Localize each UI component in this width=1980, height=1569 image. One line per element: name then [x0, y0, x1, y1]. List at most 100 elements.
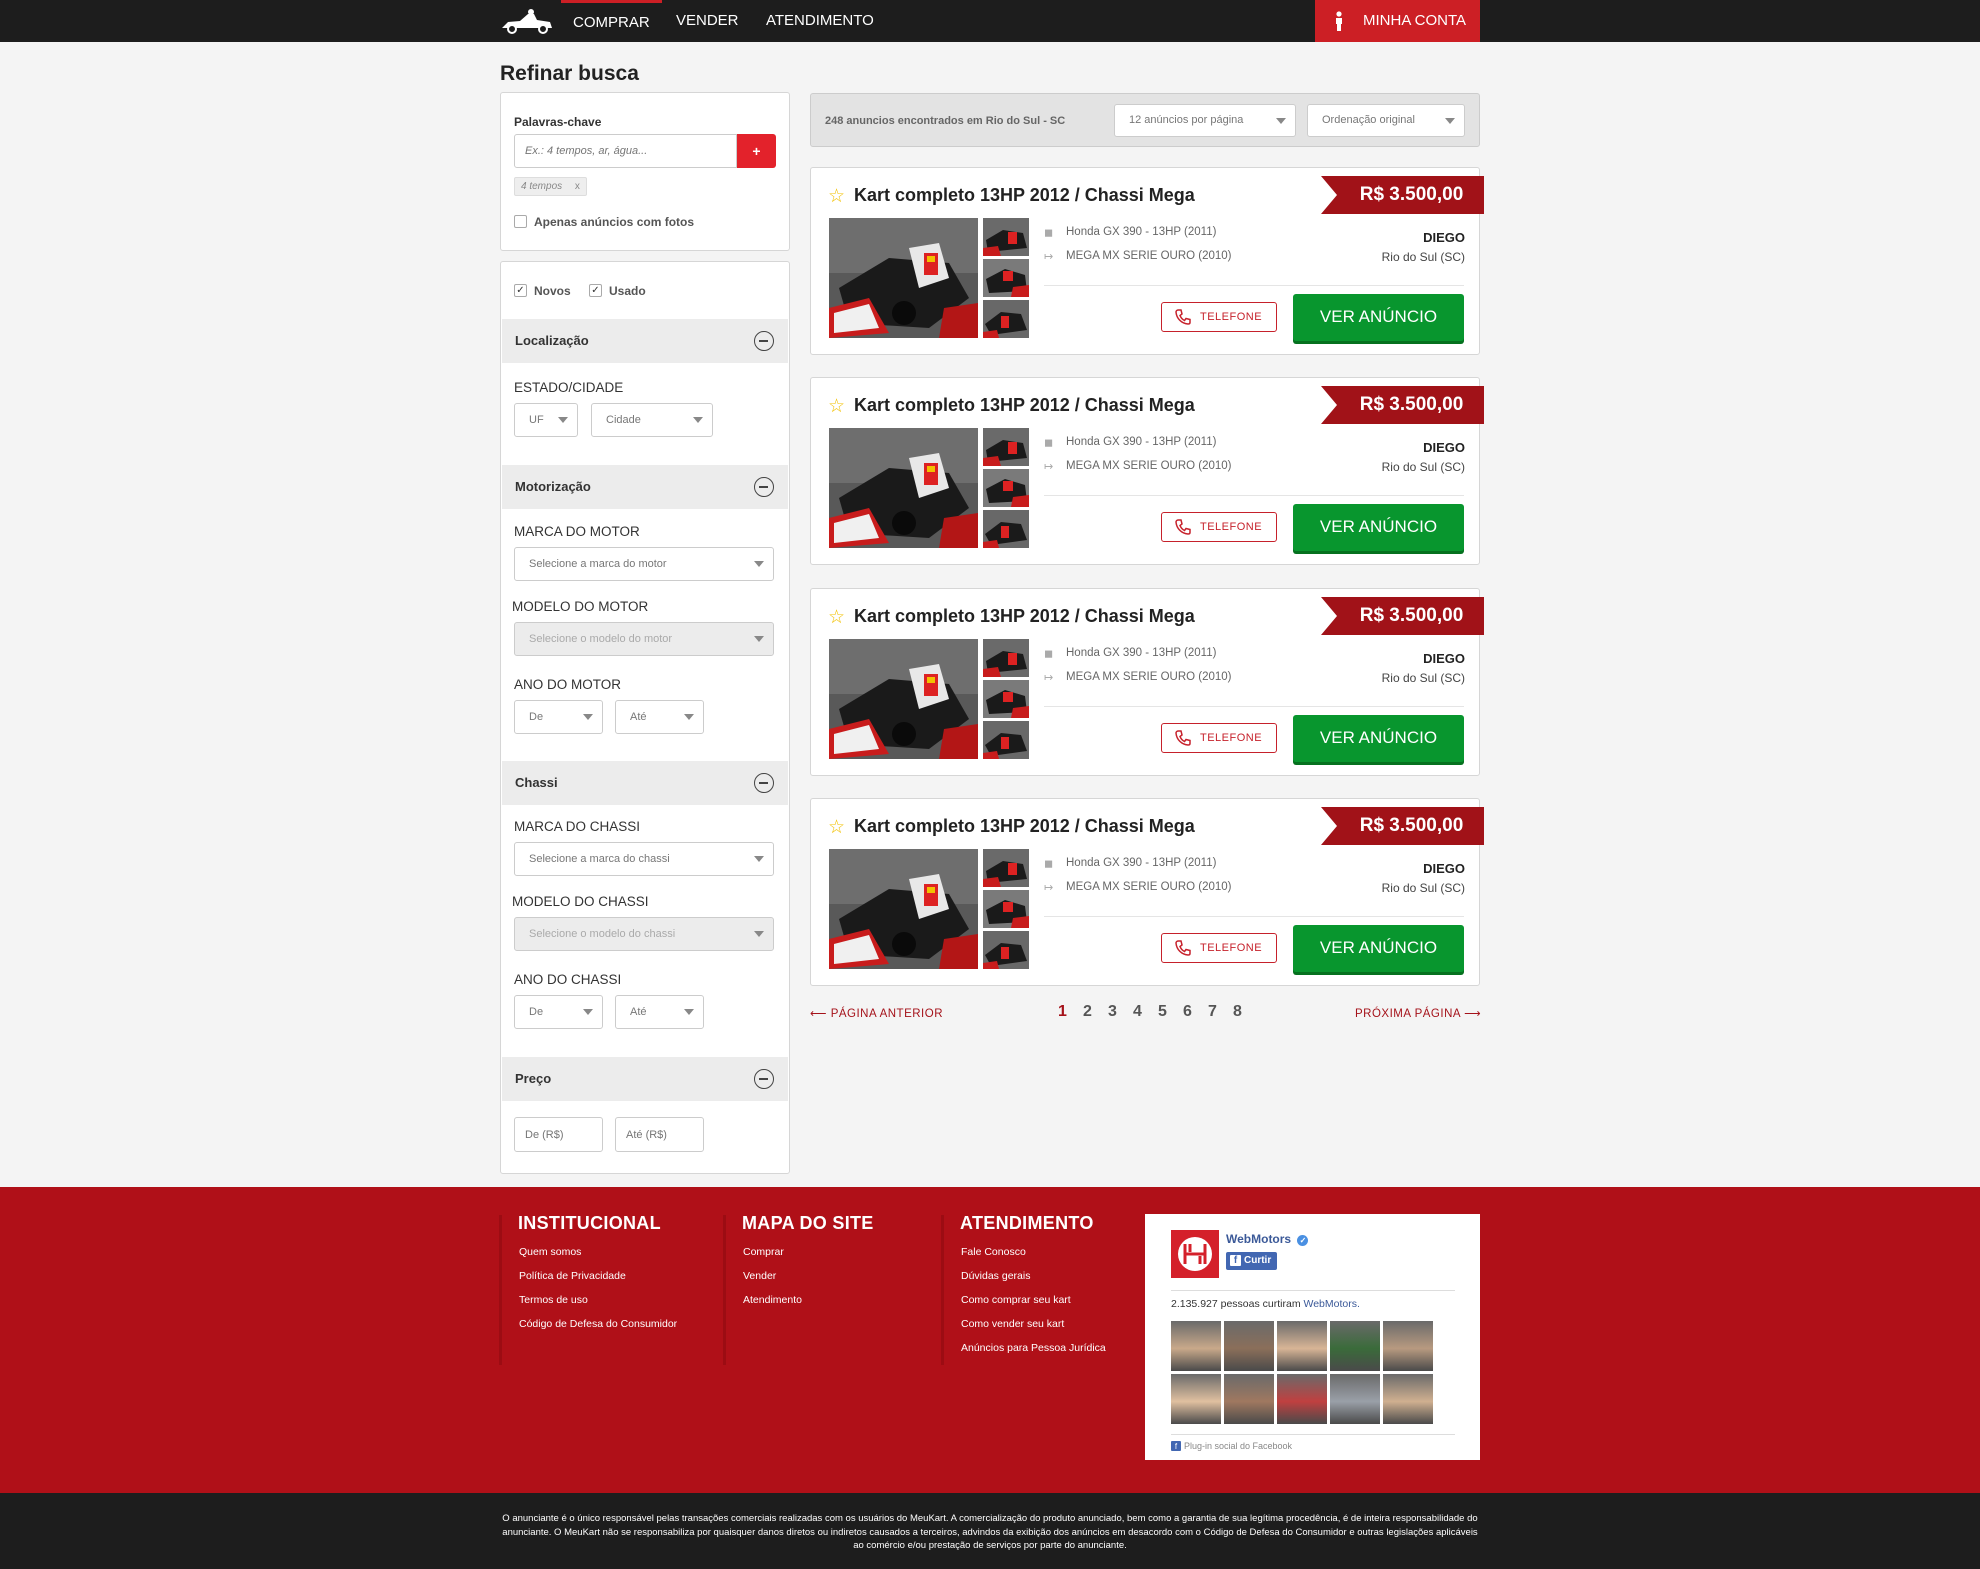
price-from-input[interactable]: [514, 1117, 603, 1152]
engine-year-from-select[interactable]: De: [514, 700, 603, 734]
fb-likes-link[interactable]: WebMotors.: [1304, 1298, 1360, 1310]
facebook-like-button[interactable]: f Curtir: [1226, 1252, 1278, 1270]
view-listing-button[interactable]: VER ANÚNCIO: [1293, 925, 1464, 972]
listing-card[interactable]: ☆ Kart completo 13HP 2012 / Chassi Mega …: [810, 798, 1484, 986]
price-section-header[interactable]: Preço: [502, 1057, 788, 1101]
used-checkbox[interactable]: ✓: [589, 284, 602, 297]
view-listing-button[interactable]: VER ANÚNCIO: [1293, 715, 1464, 762]
fan-avatar[interactable]: [1171, 1374, 1221, 1424]
favorite-star-icon[interactable]: ☆: [828, 395, 845, 418]
fan-avatar[interactable]: [1330, 1374, 1380, 1424]
page-number-link[interactable]: 6: [1183, 1003, 1192, 1021]
listing-main-photo[interactable]: [829, 849, 978, 969]
page-number-link[interactable]: 3: [1108, 1003, 1117, 1021]
chassis-year-to-select[interactable]: Até: [615, 995, 704, 1029]
listing-thumbnail[interactable]: [983, 721, 1029, 759]
listing-thumbnail[interactable]: [983, 639, 1029, 677]
listing-thumbnail[interactable]: [983, 259, 1029, 297]
nav-comprar[interactable]: COMPRAR: [561, 0, 662, 42]
location-section-header[interactable]: Localização: [502, 319, 788, 363]
kart-logo-icon[interactable]: [500, 8, 554, 34]
favorite-star-icon[interactable]: ☆: [828, 606, 845, 629]
chassis-brand-select[interactable]: Selecione a marca do chassi: [514, 842, 774, 876]
phone-button[interactable]: TELEFONE: [1161, 302, 1277, 332]
phone-button[interactable]: TELEFONE: [1161, 723, 1277, 753]
collapse-icon[interactable]: [754, 1069, 774, 1089]
fan-avatar[interactable]: [1277, 1321, 1327, 1371]
fan-avatar[interactable]: [1224, 1374, 1274, 1424]
footer-link[interactable]: Vender: [743, 1270, 776, 1282]
footer-link[interactable]: Como vender seu kart: [961, 1318, 1064, 1330]
listing-card[interactable]: ☆ Kart completo 13HP 2012 / Chassi Mega …: [810, 377, 1484, 565]
facebook-page-name[interactable]: WebMotors ✓: [1226, 1232, 1309, 1246]
my-account-button[interactable]: MINHA CONTA: [1315, 0, 1480, 42]
footer-link[interactable]: Comprar: [743, 1246, 784, 1258]
order-select[interactable]: Ordenação original: [1307, 104, 1465, 137]
nav-vender[interactable]: VENDER: [676, 0, 739, 42]
fan-avatar[interactable]: [1224, 1321, 1274, 1371]
engine-brand-select[interactable]: Selecione a marca do motor: [514, 547, 774, 581]
listing-card[interactable]: ☆ Kart completo 13HP 2012 / Chassi Mega …: [810, 588, 1484, 776]
footer-link[interactable]: Termos de uso: [519, 1294, 588, 1306]
per-page-select[interactable]: 12 anúncios por página: [1114, 104, 1296, 137]
listing-main-photo[interactable]: [829, 428, 978, 548]
footer-link[interactable]: Como comprar seu kart: [961, 1294, 1071, 1306]
listing-thumbnail[interactable]: [983, 931, 1029, 969]
fan-avatar[interactable]: [1383, 1321, 1433, 1371]
footer-link[interactable]: Dúvidas gerais: [961, 1270, 1030, 1282]
chassis-model-select[interactable]: Selecione o modelo do chassi: [514, 917, 774, 951]
next-page-link[interactable]: PRÓXIMA PÁGINA ⟶: [1355, 1006, 1481, 1020]
listing-thumbnail[interactable]: [983, 469, 1029, 507]
listing-main-photo[interactable]: [829, 218, 978, 338]
favorite-star-icon[interactable]: ☆: [828, 185, 845, 208]
footer-link[interactable]: Atendimento: [743, 1294, 802, 1306]
page-number-link[interactable]: 2: [1083, 1003, 1092, 1021]
listing-title[interactable]: Kart completo 13HP 2012 / Chassi Mega: [854, 395, 1195, 416]
listing-thumbnail[interactable]: [983, 849, 1029, 887]
listing-thumbnail[interactable]: [983, 300, 1029, 338]
listing-thumbnail[interactable]: [983, 890, 1029, 928]
favorite-star-icon[interactable]: ☆: [828, 816, 845, 839]
fan-avatar[interactable]: [1171, 1321, 1221, 1371]
page-number-link[interactable]: 7: [1208, 1003, 1217, 1021]
listing-title[interactable]: Kart completo 13HP 2012 / Chassi Mega: [854, 606, 1195, 627]
new-checkbox[interactable]: ✓: [514, 284, 527, 297]
fan-avatar[interactable]: [1330, 1321, 1380, 1371]
footer-link[interactable]: Quem somos: [519, 1246, 581, 1258]
collapse-icon[interactable]: [754, 331, 774, 351]
previous-page-link[interactable]: ⟵ PÁGINA ANTERIOR: [810, 1006, 943, 1020]
page-number-link[interactable]: 8: [1233, 1003, 1242, 1021]
page-number-link[interactable]: 1: [1058, 1003, 1067, 1021]
nav-atendimento[interactable]: ATENDIMENTO: [766, 0, 874, 42]
listing-main-photo[interactable]: [829, 639, 978, 759]
footer-link[interactable]: Anúncios para Pessoa Jurídica: [961, 1342, 1106, 1354]
fan-avatar[interactable]: [1383, 1374, 1433, 1424]
view-listing-button[interactable]: VER ANÚNCIO: [1293, 504, 1464, 551]
listing-title[interactable]: Kart completo 13HP 2012 / Chassi Mega: [854, 816, 1195, 837]
engine-year-to-select[interactable]: Até: [615, 700, 704, 734]
phone-button[interactable]: TELEFONE: [1161, 512, 1277, 542]
chassis-year-from-select[interactable]: De: [514, 995, 603, 1029]
collapse-icon[interactable]: [754, 773, 774, 793]
page-number-link[interactable]: 4: [1133, 1003, 1142, 1021]
phone-button[interactable]: TELEFONE: [1161, 933, 1277, 963]
keywords-input[interactable]: [514, 134, 737, 168]
fan-avatar[interactable]: [1277, 1374, 1327, 1424]
uf-select[interactable]: UF: [514, 403, 578, 437]
footer-link[interactable]: Código de Defesa do Consumidor: [519, 1318, 677, 1330]
listing-thumbnail[interactable]: [983, 510, 1029, 548]
only-photos-checkbox[interactable]: [514, 215, 527, 228]
listing-thumbnail[interactable]: [983, 218, 1029, 256]
webmotors-logo-icon[interactable]: [1171, 1230, 1219, 1278]
view-listing-button[interactable]: VER ANÚNCIO: [1293, 294, 1464, 341]
add-keyword-button[interactable]: +: [737, 134, 776, 168]
page-number-link[interactable]: 5: [1158, 1003, 1167, 1021]
engine-section-header[interactable]: Motorização: [502, 465, 788, 509]
listing-card[interactable]: ☆ Kart completo 13HP 2012 / Chassi Mega …: [810, 167, 1484, 355]
remove-tag-icon[interactable]: x: [575, 181, 580, 192]
city-select[interactable]: Cidade: [591, 403, 713, 437]
chassis-section-header[interactable]: Chassi: [502, 761, 788, 805]
collapse-icon[interactable]: [754, 477, 774, 497]
footer-link[interactable]: Política de Privacidade: [519, 1270, 626, 1282]
engine-model-select[interactable]: Selecione o modelo do motor: [514, 622, 774, 656]
